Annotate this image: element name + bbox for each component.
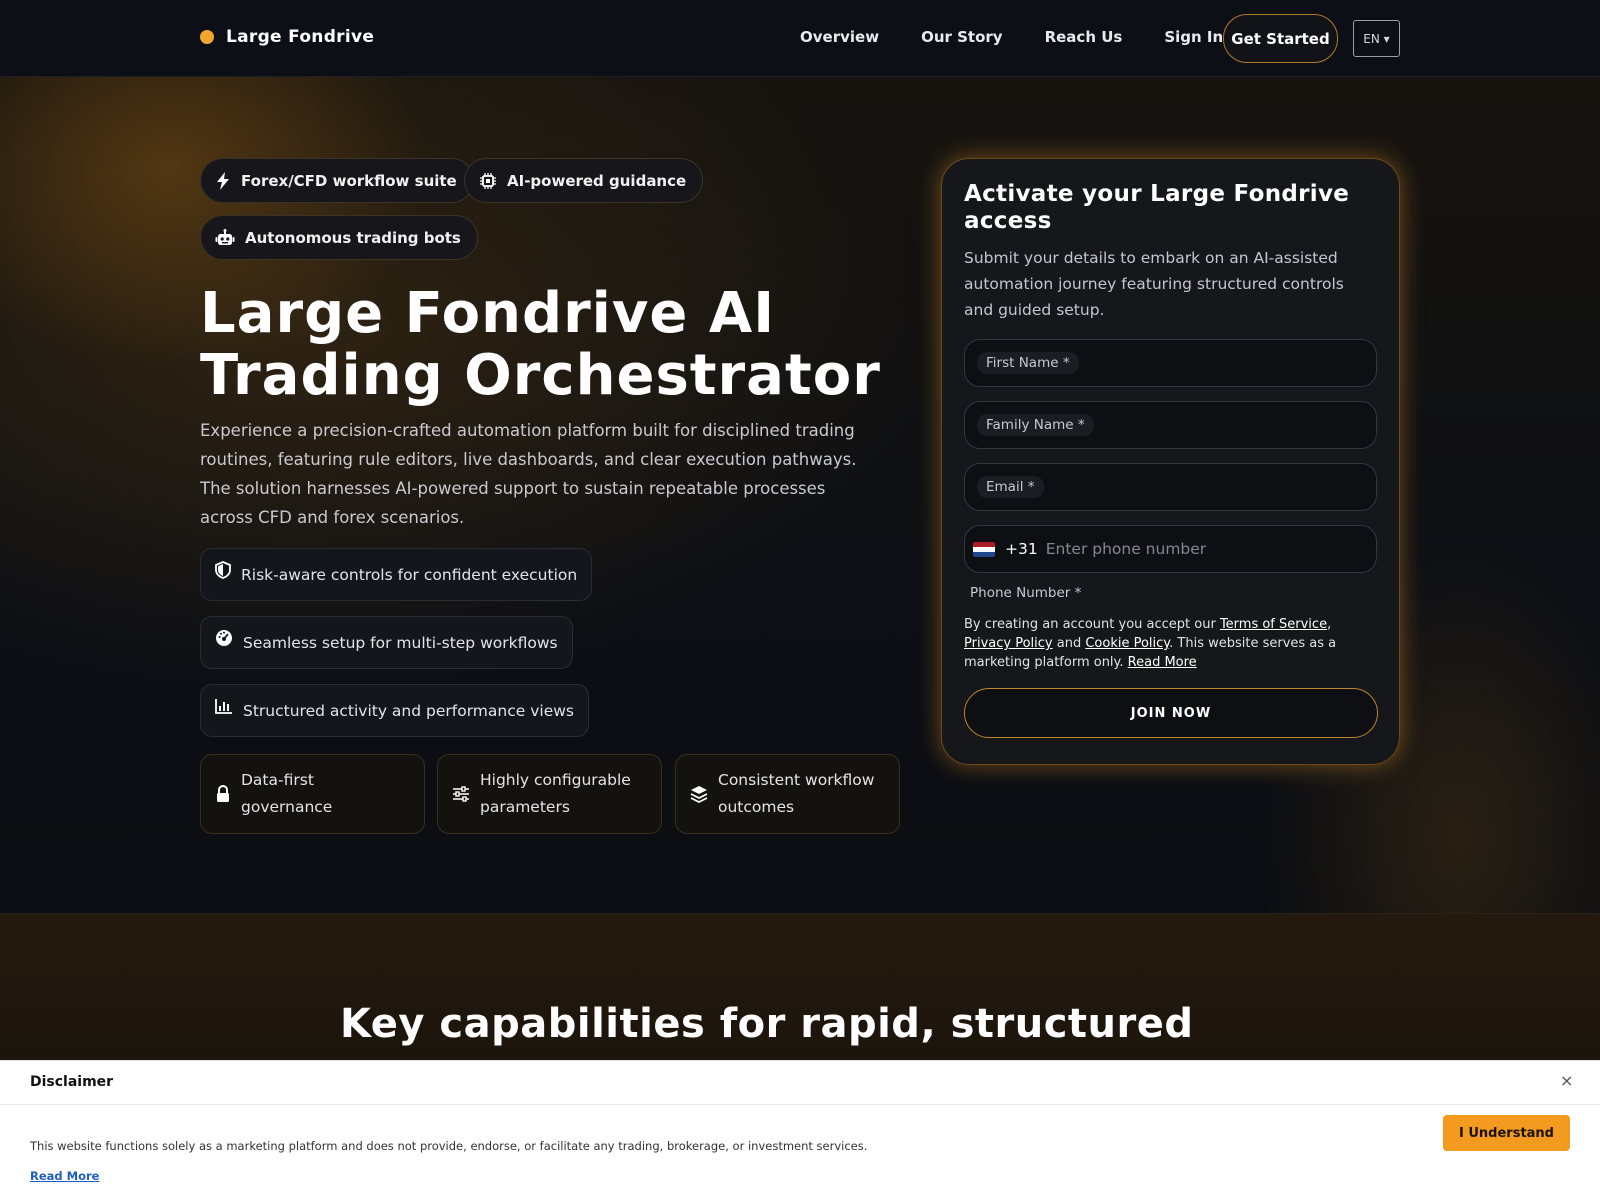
first-name-label: First Name * — [977, 352, 1079, 374]
feature-risk-controls: Risk-aware controls for confident execut… — [200, 548, 593, 601]
nav-links: Overview Our Story Reach Us Sign In — [800, 28, 1265, 46]
tile-configurable-parameters: Highly configurable parameters — [437, 754, 662, 834]
top-nav: Large Fondrive Overview Our Story Reach … — [0, 0, 1600, 77]
tile-label: Highly configurable parameters — [480, 771, 631, 816]
form-subtitle: Submit your details to embark on an AI-a… — [964, 249, 1344, 319]
nav-link-reach-us[interactable]: Reach Us — [1045, 28, 1123, 46]
get-started-button[interactable]: Get Started — [1223, 14, 1338, 63]
disclaimer-text: This website functions solely as a marke… — [30, 1139, 868, 1153]
chip-icon — [480, 172, 496, 189]
feature-label: Risk-aware controls for confident execut… — [241, 565, 578, 584]
brand-logo[interactable]: Large Fondrive — [200, 27, 374, 47]
email-label: Email * — [977, 476, 1044, 498]
layers-icon — [690, 786, 708, 803]
disclaimer-header: Disclaimer × — [0, 1061, 1600, 1105]
phone-country-code: +31 — [1005, 540, 1038, 558]
phone-field: +31 — [964, 525, 1377, 573]
family-name-field[interactable]: Family Name * — [964, 401, 1377, 449]
capabilities-section: Key capabilities for rapid, structured e… — [0, 914, 1600, 1060]
nav-link-overview[interactable]: Overview — [800, 28, 879, 46]
chip-label: AI-powered guidance — [507, 171, 687, 190]
feature-seamless-setup: Seamless setup for multi-step workflows — [200, 616, 573, 669]
form-fields: First Name * Family Name * Email * +31 — [964, 339, 1377, 573]
tile-data-governance: Data-first governance — [200, 754, 425, 834]
sliders-icon — [453, 786, 469, 802]
nav-link-sign-in[interactable]: Sign In — [1164, 28, 1223, 46]
tile-workflow-outcomes: Consistent workflow outcomes — [675, 754, 900, 834]
tile-label: Consistent workflow outcomes — [718, 771, 875, 816]
phone-label: Phone Number * — [970, 585, 1082, 601]
disclaimer-read-more-link[interactable]: Read More — [30, 1169, 99, 1183]
robot-icon — [215, 228, 235, 245]
brand-dot-icon — [200, 30, 214, 44]
cookie-policy-link[interactable]: Cookie Policy — [1085, 636, 1169, 651]
chip-label: Autonomous trading bots — [245, 228, 461, 247]
disclaimer-title: Disclaimer — [30, 1074, 114, 1090]
chip-trading-bots: Autonomous trading bots — [200, 215, 478, 260]
gauge-icon — [216, 629, 232, 646]
feature-activity-views: Structured activity and performance view… — [200, 684, 589, 737]
chip-ai-guidance: AI-powered guidance — [464, 158, 704, 203]
nav-link-our-story[interactable]: Our Story — [921, 28, 1003, 46]
terms-prefix: By creating an account you accept our — [964, 617, 1220, 632]
hero-description: Experience a precision-crafted automatio… — [200, 421, 857, 527]
terms-and: and — [1052, 636, 1086, 651]
tile-label: Data-first governance — [241, 771, 333, 816]
shield-icon — [215, 560, 231, 579]
feature-label: Structured activity and performance view… — [243, 701, 574, 720]
language-selector[interactable]: EN ▾ — [1353, 20, 1400, 57]
chip-label: Forex/CFD workflow suite — [241, 171, 457, 190]
phone-input[interactable] — [1045, 540, 1366, 558]
brand-name: Large Fondrive — [226, 27, 375, 47]
bolt-icon — [217, 171, 229, 190]
capabilities-title: Key capabilities for rapid, structured e… — [340, 1001, 1194, 1060]
join-now-button[interactable]: JOIN NOW — [964, 688, 1378, 738]
lock-icon — [217, 785, 229, 802]
close-icon[interactable]: × — [1560, 1071, 1573, 1090]
feature-label: Seamless setup for multi-step workflows — [243, 633, 558, 652]
terms-comma: , — [1327, 617, 1332, 632]
form-title: Activate your Large Fondrive access — [964, 181, 1350, 234]
signup-form-card: Activate your Large Fondrive access Subm… — [941, 158, 1400, 765]
chip-forex-suite: Forex/CFD workflow suite — [200, 158, 474, 203]
read-more-link[interactable]: Read More — [1128, 655, 1197, 670]
privacy-policy-link[interactable]: Privacy Policy — [964, 636, 1053, 651]
disclaimer-banner: Disclaimer × This website functions sole… — [0, 1060, 1600, 1200]
i-understand-button[interactable]: I Understand — [1443, 1115, 1570, 1151]
hero-title: Large Fondrive AI Trading Orchestrator — [200, 281, 881, 408]
family-name-label: Family Name * — [977, 414, 1094, 436]
email-field[interactable]: Email * — [964, 463, 1377, 511]
first-name-field[interactable]: First Name * — [964, 339, 1377, 387]
terms-of-service-link[interactable]: Terms of Service — [1220, 617, 1327, 632]
netherlands-flag-icon[interactable] — [973, 541, 995, 557]
terms-text: By creating an account you accept our Te… — [964, 615, 1377, 672]
bar-chart-icon — [215, 698, 232, 714]
